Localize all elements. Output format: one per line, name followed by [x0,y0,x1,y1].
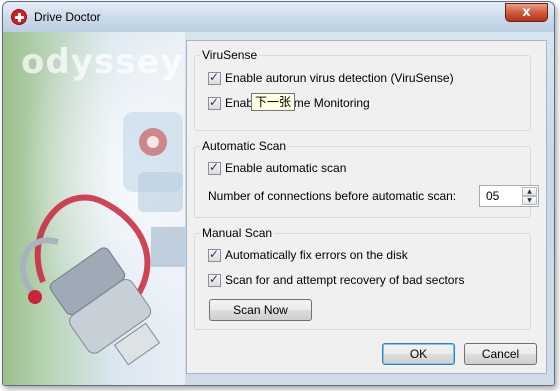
scan-now-button[interactable]: Scan Now [209,299,312,321]
autorun-detection-option[interactable]: ✓ Enable autorun virus detection (ViruSe… [208,70,454,86]
autorun-detection-checkbox[interactable]: ✓ [208,69,221,85]
realtime-monitoring-label-end: ime Monitoring [291,96,370,110]
stethoscope-usb-illustration [19,112,185,366]
autorun-detection-label: Enable autorun virus detection (ViruSens… [225,71,454,85]
automatic-scan-group: Automatic Scan ✓ Enable automatic scan N… [194,139,539,218]
recover-bad-sectors-option[interactable]: ✓ Scan for and attempt recovery of bad s… [208,272,464,288]
manual-scan-group-title: Manual Scan [200,226,275,240]
realtime-monitoring-label-start: Enab [225,96,254,110]
drive-doctor-window: Drive Doctor x odyssey ViruSense ✓ Enabl… [2,1,555,386]
title-bar[interactable]: Drive Doctor x [3,2,554,32]
check-icon: ✓ [209,271,220,286]
settings-panel: ViruSense ✓ Enable autorun virus detecti… [186,40,547,374]
recover-bad-sectors-label: Scan for and attempt recovery of bad sec… [225,273,465,287]
virusense-group-title: ViruSense [200,48,260,62]
red-cross-icon [11,9,27,25]
virusense-group: ViruSense ✓ Enable autorun virus detecti… [194,48,531,131]
cancel-button[interactable]: Cancel [464,343,537,365]
enable-automatic-scan-checkbox[interactable]: ✓ [208,159,221,175]
ok-button[interactable]: OK [382,343,455,365]
connections-label: Number of connections before automatic s… [208,189,457,203]
window-title: Drive Doctor [34,10,101,24]
check-icon: ✓ [209,246,220,261]
auto-fix-errors-label: Automatically fix errors on the disk [225,248,408,262]
check-icon: ✓ [209,94,220,109]
close-button[interactable]: x [505,3,548,22]
check-icon: ✓ [209,69,220,84]
recover-bad-sectors-checkbox[interactable]: ✓ [208,271,221,287]
spin-up-icon[interactable]: ▲ [522,187,537,196]
manual-scan-group: Manual Scan ✓ Automatically fix errors o… [194,226,531,330]
automatic-scan-group-title: Automatic Scan [200,139,289,153]
decorative-artwork: odyssey [3,32,185,385]
odyssey-logo: odyssey [21,42,184,82]
connections-spinner[interactable]: 05 ▲ ▼ [479,185,539,207]
auto-fix-errors-option[interactable]: ✓ Automatically fix errors on the disk [208,247,408,263]
enable-automatic-scan-option[interactable]: ✓ Enable automatic scan [208,160,346,176]
spin-down-icon[interactable]: ▼ [522,196,537,205]
connections-value[interactable]: 05 [486,189,499,203]
enable-automatic-scan-label: Enable automatic scan [225,161,347,175]
connections-row: Number of connections before automatic s… [208,188,456,204]
tooltip: 下一张 [251,93,296,111]
realtime-monitoring-checkbox[interactable]: ✓ [208,94,221,110]
auto-fix-errors-checkbox[interactable]: ✓ [208,246,221,262]
check-icon: ✓ [209,159,220,174]
